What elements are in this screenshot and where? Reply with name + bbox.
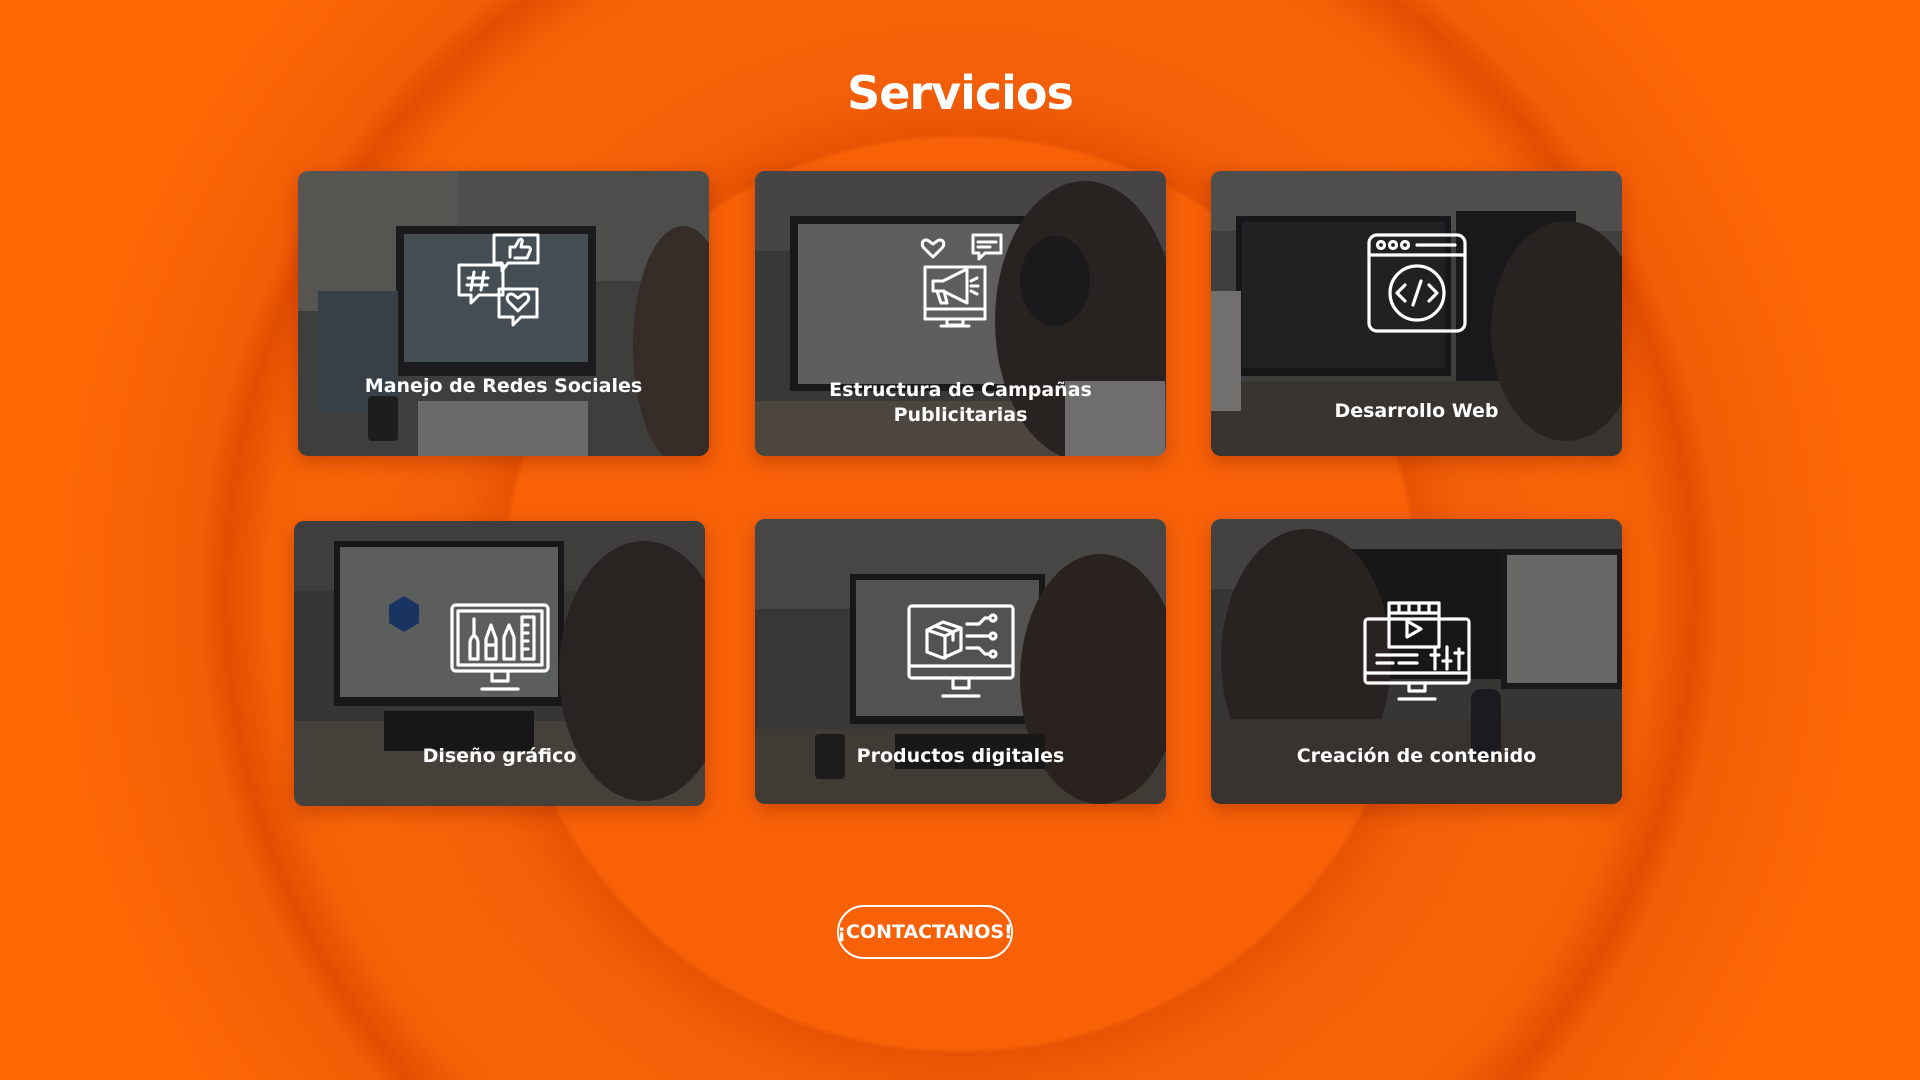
service-card-content-creation[interactable]: Creación de contenido xyxy=(1211,519,1622,804)
page-title: Servicios xyxy=(847,66,1074,120)
content-creation-icon xyxy=(1362,601,1471,701)
service-card-web-development[interactable]: Desarrollo Web xyxy=(1211,171,1622,456)
graphic-design-icon xyxy=(449,603,550,691)
service-card-label: Estructura de Campañas Publicitarias xyxy=(829,379,1092,426)
service-card-label: Productos digitales xyxy=(856,745,1065,767)
service-card-graphic-design[interactable]: Diseño gráfico xyxy=(294,521,705,806)
service-card-label: Creación de contenido xyxy=(1296,745,1537,767)
social-media-icon xyxy=(457,233,539,327)
service-card-social-media[interactable]: Manejo de Redes Sociales xyxy=(298,171,709,456)
digital-products-icon xyxy=(906,604,1015,698)
service-card-label: Desarrollo Web xyxy=(1334,400,1499,422)
contact-button[interactable]: ¡CONTACTANOS! xyxy=(837,905,1013,959)
service-card-advertising[interactable]: Estructura de Campañas Publicitarias xyxy=(755,171,1166,456)
web-development-icon xyxy=(1366,233,1467,333)
service-card-label: Manejo de Redes Sociales xyxy=(364,375,643,397)
service-card-digital-products[interactable]: Productos digitales xyxy=(755,519,1166,804)
service-card-label: Diseño gráfico xyxy=(422,745,577,767)
advertising-campaign-icon xyxy=(920,233,1002,328)
